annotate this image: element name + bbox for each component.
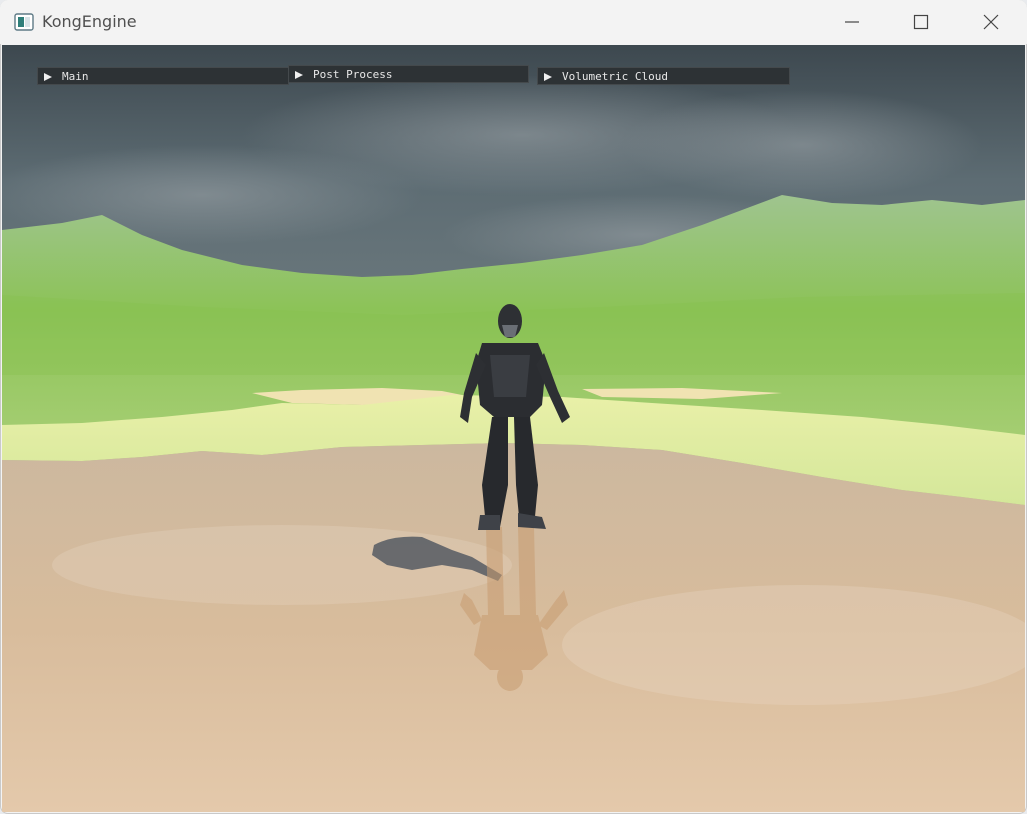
scene-render (2, 45, 1025, 812)
collapse-arrow-icon (44, 73, 52, 81)
panel-main-label: Main (62, 70, 89, 83)
render-viewport[interactable]: Main Post Process Volumetric Cloud (2, 45, 1025, 812)
panel-volumetric-cloud-header[interactable]: Volumetric Cloud (537, 67, 790, 85)
panel-post-process-label: Post Process (313, 68, 393, 81)
window-title: KongEngine (42, 12, 137, 31)
title-bar[interactable]: KongEngine (0, 0, 1027, 44)
panel-main-header[interactable]: Main (37, 67, 289, 85)
panel-volumetric-cloud-label: Volumetric Cloud (562, 70, 668, 83)
close-icon (983, 14, 999, 30)
collapse-arrow-icon (295, 71, 303, 79)
minimize-button[interactable] (817, 0, 887, 44)
maximize-icon (913, 14, 929, 30)
app-window-icon (14, 13, 34, 31)
app-window: KongEngine Main Post Process Volumetric … (0, 0, 1027, 814)
minimize-icon (845, 21, 859, 23)
panel-post-process-header[interactable]: Post Process (288, 65, 529, 83)
collapse-arrow-icon (544, 73, 552, 81)
maximize-button[interactable] (886, 0, 956, 44)
close-button[interactable] (956, 0, 1026, 44)
